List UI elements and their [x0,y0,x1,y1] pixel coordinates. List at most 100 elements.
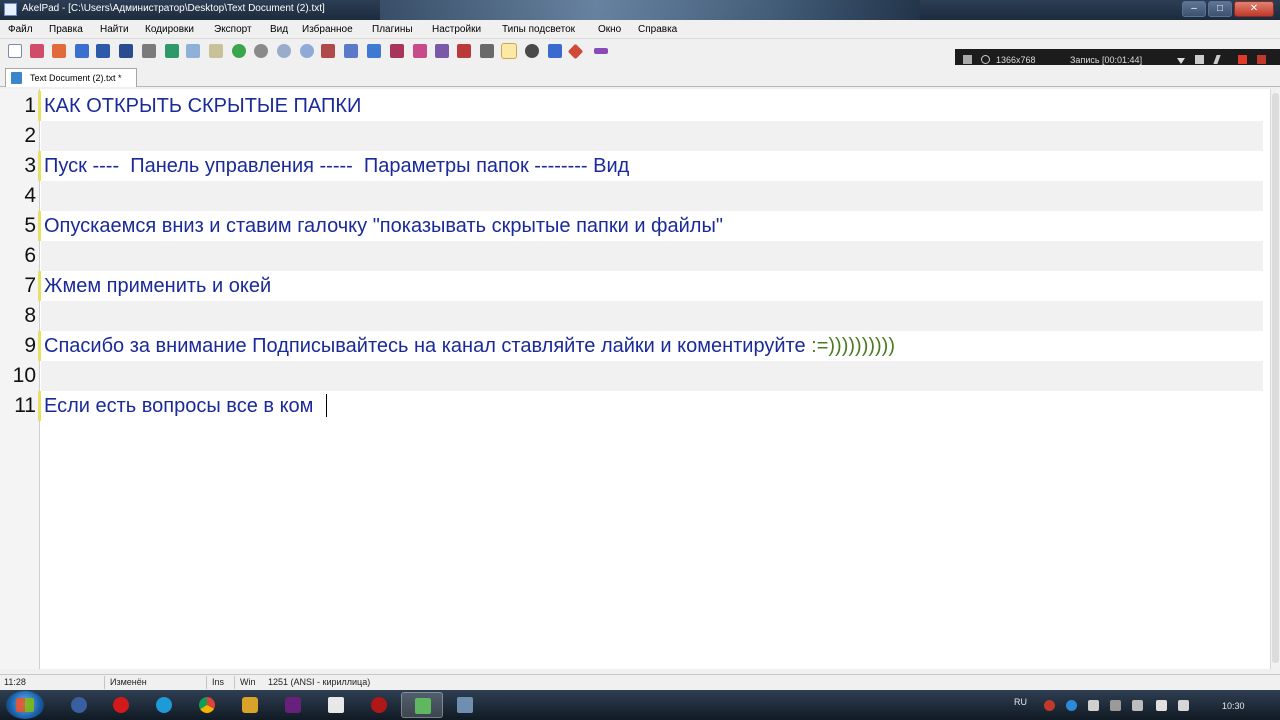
taskbar-app-chrome[interactable] [186,692,228,718]
recorder-menu-icon[interactable] [963,55,972,64]
taskbar-app-akelpad[interactable] [401,692,443,718]
plugins-icon[interactable] [457,44,471,58]
pdf-icon [328,697,344,713]
text-line-7[interactable]: Жмем применить и окей [41,271,1263,301]
bookmark-icon[interactable] [567,43,584,60]
menu-favorites[interactable]: Избранное [302,24,353,35]
save-all-icon[interactable] [119,44,133,58]
menu-find[interactable]: Найти [100,24,129,35]
insert-mode[interactable]: Ins [212,677,224,687]
color-icon[interactable] [390,44,404,58]
menu-encodings[interactable]: Кодировки [145,24,194,35]
settings-icon[interactable] [413,44,427,58]
text-line-8[interactable] [41,301,1263,331]
menu-settings[interactable]: Настройки [432,24,481,35]
tab-bar: Text Document (2).txt * [0,65,1280,87]
menu-bar: Файл Правка Найти Кодировки Экспорт Вид … [0,20,1280,39]
highlight-toggle-icon[interactable] [501,43,517,59]
reopen-icon[interactable] [52,44,66,58]
menu-highlight-types[interactable]: Типы подсветок [502,24,575,35]
redo-icon[interactable] [254,44,268,58]
word-wrap-icon[interactable] [344,44,358,58]
goto-icon[interactable] [321,44,335,58]
menu-view[interactable]: Вид [270,24,288,35]
document-icon [11,72,22,84]
preview-icon[interactable] [165,44,179,58]
paste-icon[interactable] [209,44,223,58]
record-icon[interactable] [1238,55,1247,64]
clock[interactable]: 10:30 [1222,701,1245,711]
split-window-icon[interactable] [435,44,449,58]
stop-icon[interactable] [1257,55,1266,64]
separator [206,676,207,689]
recorder-tray-icon[interactable] [1044,700,1055,711]
text-line-9[interactable]: Спасибо за внимание Подписывайтесь на ка… [41,331,1263,361]
menu-edit[interactable]: Правка [49,24,83,35]
pen-icon [242,697,258,713]
maximize-button[interactable]: □ [1208,1,1232,17]
taskbar-app-explorer[interactable] [444,692,486,718]
minimize-button[interactable]: – [1182,1,1206,17]
macro-icon[interactable] [525,44,539,58]
open-file-icon[interactable] [30,44,44,58]
skype-icon [156,697,172,713]
volume-icon[interactable] [1132,700,1143,711]
close-button[interactable]: ✕ [1234,1,1274,17]
codepage[interactable]: 1251 (ANSI - кириллица) [268,677,370,687]
minus-icon[interactable] [594,48,608,54]
taskbar-app-ie[interactable] [58,692,100,718]
text-line-11[interactable]: Если есть вопросы все в ком [41,391,1263,421]
tab-text-document[interactable]: Text Document (2).txt * [5,68,137,87]
text-line-3[interactable]: Пуск ---- Панель управления ----- Параме… [41,151,1263,181]
print-icon[interactable] [142,44,156,58]
menu-plugins[interactable]: Плагины [372,24,413,35]
vertical-scrollbar[interactable] [1270,89,1280,669]
magnifier-icon[interactable] [981,55,990,64]
menu-help[interactable]: Справка [638,24,677,35]
taskbar: RU 10:30 [0,690,1280,720]
text-line-6[interactable] [41,241,1263,271]
taskbar-app-visual-studio[interactable] [272,692,314,718]
notification-icon[interactable] [1178,700,1189,711]
text-line-1[interactable]: КАК ОТКРЫТЬ СКРЫТЫЕ ПАПКИ [41,91,1263,121]
menu-window[interactable]: Окно [598,24,621,35]
text-line-2[interactable] [41,121,1263,151]
taskbar-app-pdf[interactable] [315,692,357,718]
menu-file[interactable]: Файл [8,24,33,35]
scrollbar-thumb[interactable] [1272,93,1279,663]
network-signal-icon[interactable] [1110,700,1121,711]
keyboard-icon[interactable] [1156,700,1167,711]
save-as-icon[interactable] [75,44,89,58]
ruler-icon[interactable] [480,44,494,58]
network-tray-icon[interactable] [1066,700,1077,711]
text-line-4[interactable] [41,181,1263,211]
chevron-down-icon[interactable] [1177,58,1185,64]
recorder-resolution: 1366x768 [996,55,1036,65]
menu-export[interactable]: Экспорт [214,24,252,35]
opera-icon [113,697,129,713]
chrome-icon [199,697,215,713]
taskbar-app-editor[interactable] [229,692,271,718]
editor-area[interactable]: 1 2 3 4 5 6 7 8 9 10 11 КАК ОТКРЫТЬ СКРЫ… [0,89,1280,669]
copy-icon[interactable] [186,44,200,58]
save-icon[interactable] [96,44,110,58]
font-icon[interactable] [367,44,381,58]
language-indicator[interactable]: RU [1014,697,1027,707]
taskbar-app-recorder[interactable] [358,692,400,718]
akelpad-icon [4,3,17,16]
text-line-5[interactable]: Опускаемся вниз и ставим галочку "показы… [41,211,1263,241]
text-line-10[interactable] [41,361,1263,391]
newline-format[interactable]: Win [240,677,256,687]
replace-icon[interactable] [300,44,314,58]
line-number: 11 [14,394,36,417]
pencil-icon[interactable] [1213,55,1221,64]
taskbar-app-opera[interactable] [100,692,142,718]
flag-tray-icon[interactable] [1088,700,1099,711]
find-icon[interactable] [277,44,291,58]
undo-icon[interactable] [232,44,246,58]
script-icon[interactable] [548,44,562,58]
new-file-icon[interactable] [8,44,22,58]
camera-icon[interactable] [1195,55,1204,64]
start-button[interactable] [6,691,44,719]
taskbar-app-skype[interactable] [143,692,185,718]
